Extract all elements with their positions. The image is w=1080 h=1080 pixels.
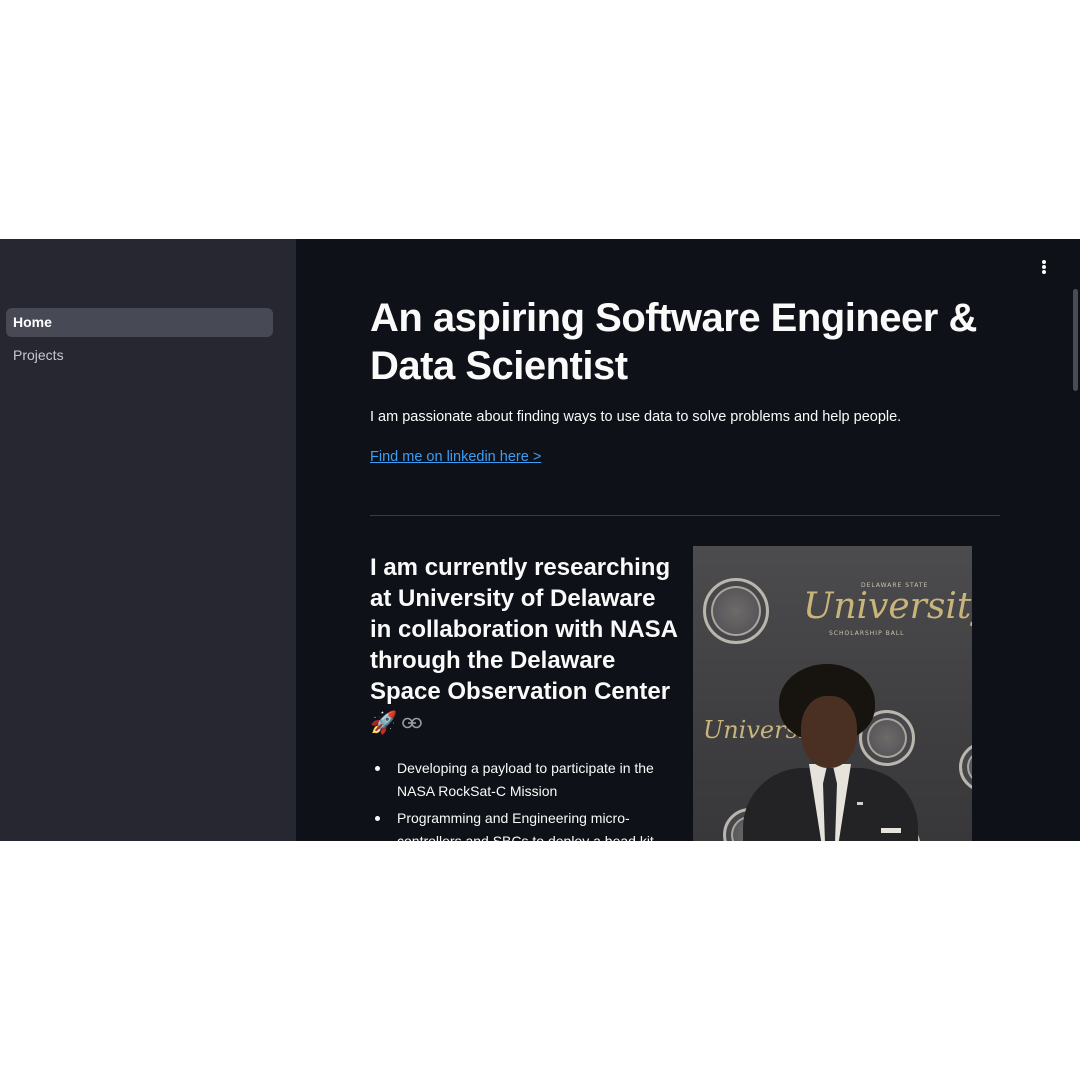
person-face	[801, 696, 857, 768]
scrollbar[interactable]	[1073, 289, 1078, 391]
sidebar-item-home[interactable]: Home	[6, 308, 273, 337]
research-heading: I am currently researching at University…	[370, 554, 678, 705]
page-subtitle: I am passionate about finding ways to us…	[370, 409, 902, 425]
profile-photo: DELAWARE STATE University SCHOLARSHIP BA…	[693, 546, 972, 841]
seal-icon	[703, 578, 769, 644]
page-title: An aspiring Software Engineer & Data Sci…	[370, 296, 977, 388]
university-logo: University	[803, 586, 972, 627]
main-content: An aspiring Software Engineer & Data Sci…	[296, 239, 1080, 841]
research-bullets: Developing a payload to participate in t…	[370, 757, 670, 841]
person-tie	[823, 768, 837, 841]
link-icon[interactable]	[402, 717, 422, 729]
lapel-pin	[857, 802, 863, 805]
seal-icon	[959, 742, 972, 792]
kebab-menu-icon[interactable]	[1036, 257, 1052, 277]
sidebar: Home Projects	[0, 239, 296, 841]
linkedin-link[interactable]: Find me on linkedin here >	[370, 449, 541, 465]
list-item: Programming and Engineering micro-contro…	[370, 807, 670, 841]
rocket-icon: 🚀	[370, 710, 398, 735]
list-item: Developing a payload to participate in t…	[370, 757, 670, 803]
sidebar-item-projects[interactable]: Projects	[6, 341, 273, 370]
app-window: Home Projects An aspiring Software Engin…	[0, 239, 1080, 841]
pocket-square	[881, 828, 901, 833]
logo-sub-text: SCHOLARSHIP BALL	[829, 630, 905, 637]
divider	[370, 515, 1000, 516]
